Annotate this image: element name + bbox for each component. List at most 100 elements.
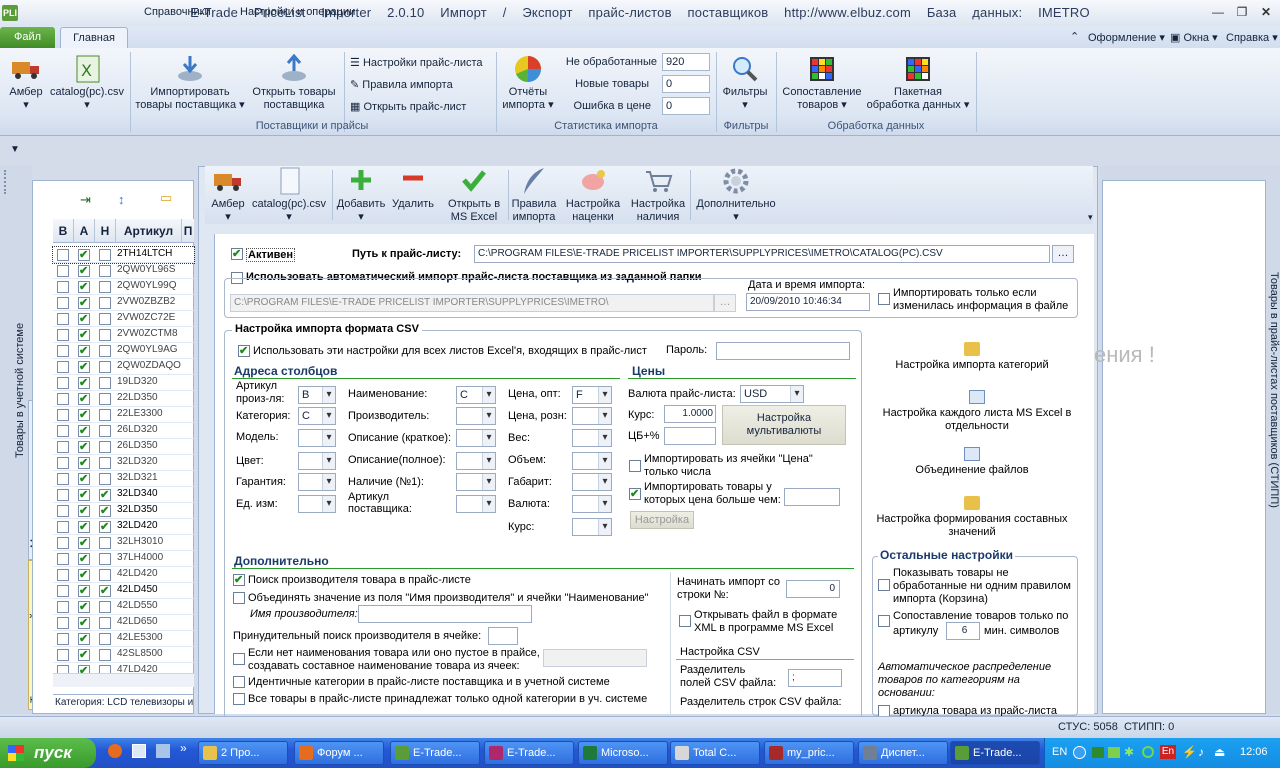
- import-rules-button[interactable]: ✎ Правила импорта: [350, 76, 453, 94]
- row-v-checkbox[interactable]: [57, 569, 69, 581]
- reports-button[interactable]: Отчёты импорта ▾: [500, 54, 556, 112]
- table-row[interactable]: 22LE3300: [53, 407, 194, 423]
- grid-export-icon[interactable]: ⇥: [80, 192, 91, 208]
- row-a-checkbox[interactable]: [78, 280, 90, 293]
- open-xml-checkbox[interactable]: [679, 615, 691, 627]
- tab-file[interactable]: Файл: [0, 27, 55, 48]
- compose-name-checkbox[interactable]: [233, 653, 245, 665]
- row-n-checkbox[interactable]: [99, 249, 111, 261]
- table-row[interactable]: 2TH14LTCH: [52, 246, 195, 264]
- qat-dropdown-icon[interactable]: ▼: [10, 144, 20, 155]
- row-n-checkbox[interactable]: [99, 313, 111, 325]
- force-maker-input[interactable]: [488, 627, 518, 645]
- row-v-checkbox[interactable]: [57, 249, 69, 261]
- minimize-icon[interactable]: —: [1208, 4, 1228, 20]
- cb-percent-input[interactable]: [664, 427, 716, 445]
- col-header-a[interactable]: А: [74, 219, 95, 243]
- field-model-select[interactable]: [298, 429, 336, 447]
- price-setup-button[interactable]: Настройка: [630, 511, 694, 529]
- join-values-checkbox[interactable]: [233, 592, 245, 604]
- tb-amber-button[interactable]: Амбер ▾: [208, 166, 248, 224]
- password-input[interactable]: [716, 342, 850, 360]
- row-v-checkbox[interactable]: [57, 265, 69, 277]
- field-size-select[interactable]: [572, 473, 612, 491]
- price-greater-input[interactable]: [784, 488, 840, 506]
- row-v-checkbox[interactable]: [57, 649, 69, 661]
- use-all-sheets-checkbox[interactable]: [238, 344, 250, 357]
- tb-rules-button[interactable]: Правила импорта: [510, 166, 558, 224]
- row-n-checkbox[interactable]: [99, 537, 111, 549]
- field-warranty-select[interactable]: [298, 473, 336, 491]
- grid-folder-icon[interactable]: ▭: [160, 190, 172, 206]
- price-greater-checkbox[interactable]: [629, 487, 641, 500]
- taskbar-button[interactable]: Total C...: [670, 741, 760, 765]
- field-short-desc-select[interactable]: [456, 429, 496, 447]
- row-n-checkbox[interactable]: [99, 633, 111, 645]
- each-sheet-link[interactable]: Настройка каждого листа MS Excel в отдель…: [872, 390, 1082, 433]
- tb-availability-button[interactable]: Настройка наличия: [628, 166, 688, 224]
- open-pricelist-button[interactable]: ▦ Открыть прайс-лист: [350, 98, 466, 116]
- row-a-checkbox[interactable]: [78, 344, 90, 357]
- row-v-checkbox[interactable]: [57, 505, 69, 517]
- row-a-checkbox[interactable]: [78, 376, 90, 389]
- table-row[interactable]: 42LD450: [53, 583, 194, 599]
- identical-categories-checkbox[interactable]: [233, 676, 245, 688]
- match-by-article-checkbox[interactable]: [878, 615, 890, 627]
- firefox-quicklaunch-icon[interactable]: [108, 744, 122, 758]
- row-a-checkbox[interactable]: [78, 552, 90, 565]
- row-a-checkbox[interactable]: [78, 264, 90, 277]
- field-supplier-article-select[interactable]: [456, 495, 496, 513]
- row-a-checkbox[interactable]: [78, 456, 90, 469]
- splitter-handle[interactable]: [4, 170, 12, 194]
- explorer-quicklaunch-icon[interactable]: [132, 744, 146, 758]
- menu-style[interactable]: Оформление ▾: [1088, 31, 1165, 44]
- row-a-checkbox[interactable]: [78, 392, 90, 405]
- row-v-checkbox[interactable]: [57, 441, 69, 453]
- row-a-checkbox[interactable]: [78, 648, 90, 661]
- match-goods-button[interactable]: Сопоставление товаров ▾: [780, 54, 864, 112]
- amber-button[interactable]: Амбер ▾: [4, 54, 48, 112]
- row-a-checkbox[interactable]: [78, 360, 90, 373]
- row-n-checkbox[interactable]: [99, 504, 111, 517]
- table-row[interactable]: 32LH3010: [53, 535, 194, 551]
- taskbar-button[interactable]: Диспет...: [858, 741, 948, 765]
- menu-windows[interactable]: ▣ Окна ▾: [1170, 31, 1218, 44]
- table-row[interactable]: 32LD321: [53, 471, 194, 487]
- row-v-checkbox[interactable]: [57, 345, 69, 357]
- row-a-checkbox[interactable]: [78, 472, 90, 485]
- tab-references[interactable]: Справочники: [132, 3, 223, 22]
- field-category-select[interactable]: C: [298, 407, 336, 425]
- row-v-checkbox[interactable]: [57, 409, 69, 421]
- multicurrency-button[interactable]: Настройка мультивалюты: [722, 405, 846, 445]
- row-v-checkbox[interactable]: [57, 489, 69, 501]
- close-icon[interactable]: ✕: [1256, 4, 1276, 20]
- row-n-checkbox[interactable]: [99, 601, 111, 613]
- compound-values-link[interactable]: Настройка формирования составных значений: [872, 496, 1072, 539]
- tab-settings[interactable]: Настройки и операции: [228, 3, 367, 22]
- one-category-checkbox[interactable]: [233, 693, 245, 705]
- table-row[interactable]: 32LD340: [53, 487, 194, 503]
- table-row[interactable]: 2VW0ZC72E: [53, 311, 194, 327]
- quicklaunch-more-icon[interactable]: »: [180, 741, 187, 755]
- restore-icon[interactable]: ❐: [1232, 4, 1252, 20]
- tb-add-button[interactable]: Добавить ▾: [334, 166, 388, 224]
- browse-path-button[interactable]: …: [1052, 245, 1074, 263]
- taskbar-button[interactable]: E-Trade...: [390, 741, 480, 765]
- table-row[interactable]: 37LH4000: [53, 551, 194, 567]
- tb-open-excel-button[interactable]: Открыть в MS Excel: [442, 166, 506, 224]
- row-n-checkbox[interactable]: [99, 377, 111, 389]
- table-row[interactable]: 42LD420: [53, 567, 194, 583]
- sep-fields-input[interactable]: ;: [788, 669, 842, 687]
- vtab-supplier-goods[interactable]: Товары в прайс-листах поставщиков (СТИПП…: [1264, 240, 1280, 540]
- tray-language-icon[interactable]: En: [1160, 745, 1176, 759]
- table-row[interactable]: 2QW0YL96S: [53, 263, 194, 279]
- field-availability-select[interactable]: [456, 473, 496, 491]
- menu-help[interactable]: Справка ▾: [1226, 31, 1278, 44]
- table-row[interactable]: 42SL8500: [53, 647, 194, 663]
- tray-back-icon[interactable]: [1073, 746, 1086, 759]
- table-row[interactable]: 42LD550: [53, 599, 194, 615]
- category-import-link[interactable]: Настройка импорта категорий: [872, 342, 1072, 371]
- field-color-select[interactable]: [298, 452, 336, 470]
- row-n-checkbox[interactable]: [99, 393, 111, 405]
- tray-network-icon[interactable]: ⚡: [1182, 745, 1197, 759]
